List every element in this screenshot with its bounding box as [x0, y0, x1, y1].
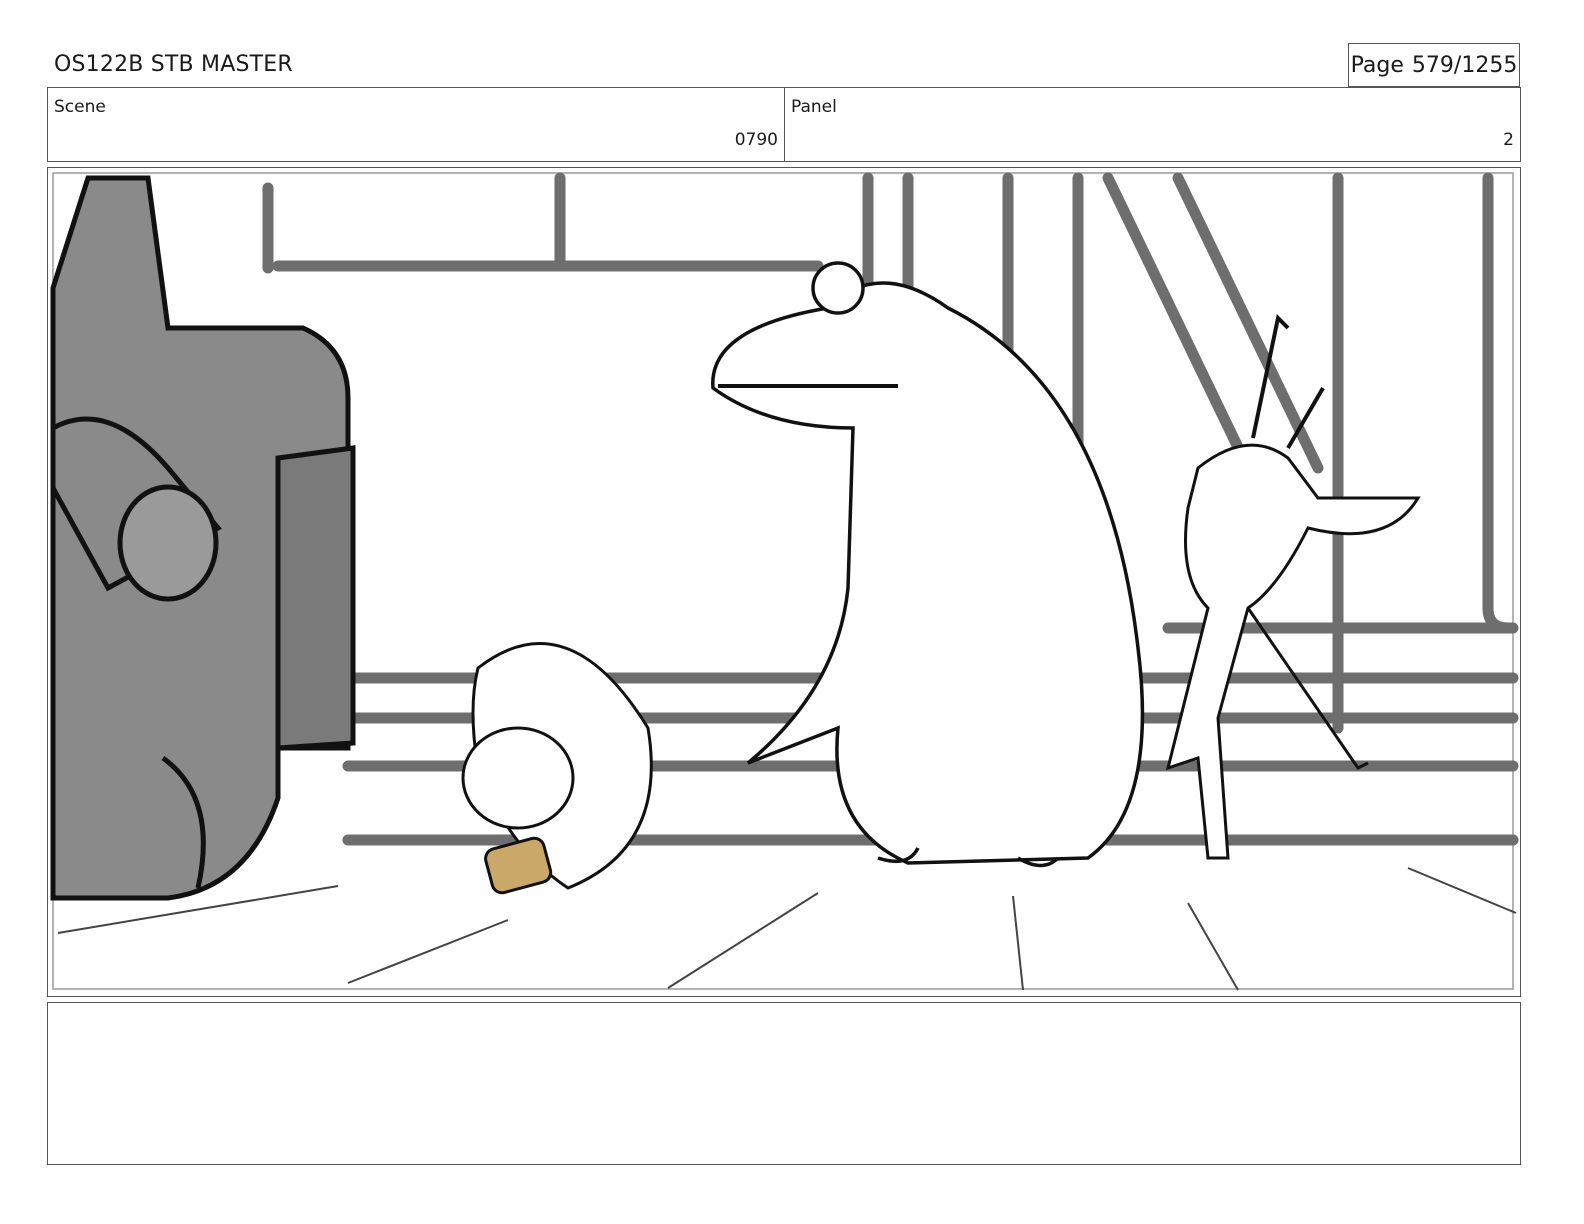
panel-number: 2: [1503, 130, 1514, 150]
storyboard-sketch: [50, 172, 1519, 991]
scene-number: 0790: [734, 130, 778, 150]
panel-notes-box: [47, 1002, 1521, 1165]
page-number: 579/1255: [1411, 52, 1518, 78]
scene-panel-header: Scene 0790 Panel 2: [47, 87, 1521, 162]
document-title: OS122B STB MASTER: [54, 52, 293, 77]
storyboard-frame: [47, 167, 1521, 997]
panel-cell: Panel 2: [785, 88, 1520, 161]
scene-cell: Scene 0790: [48, 88, 785, 161]
page-indicator: Page 579/1255: [1348, 43, 1520, 87]
page-label: Page: [1350, 52, 1404, 78]
panel-label: Panel: [791, 97, 837, 117]
scene-label: Scene: [54, 97, 106, 117]
